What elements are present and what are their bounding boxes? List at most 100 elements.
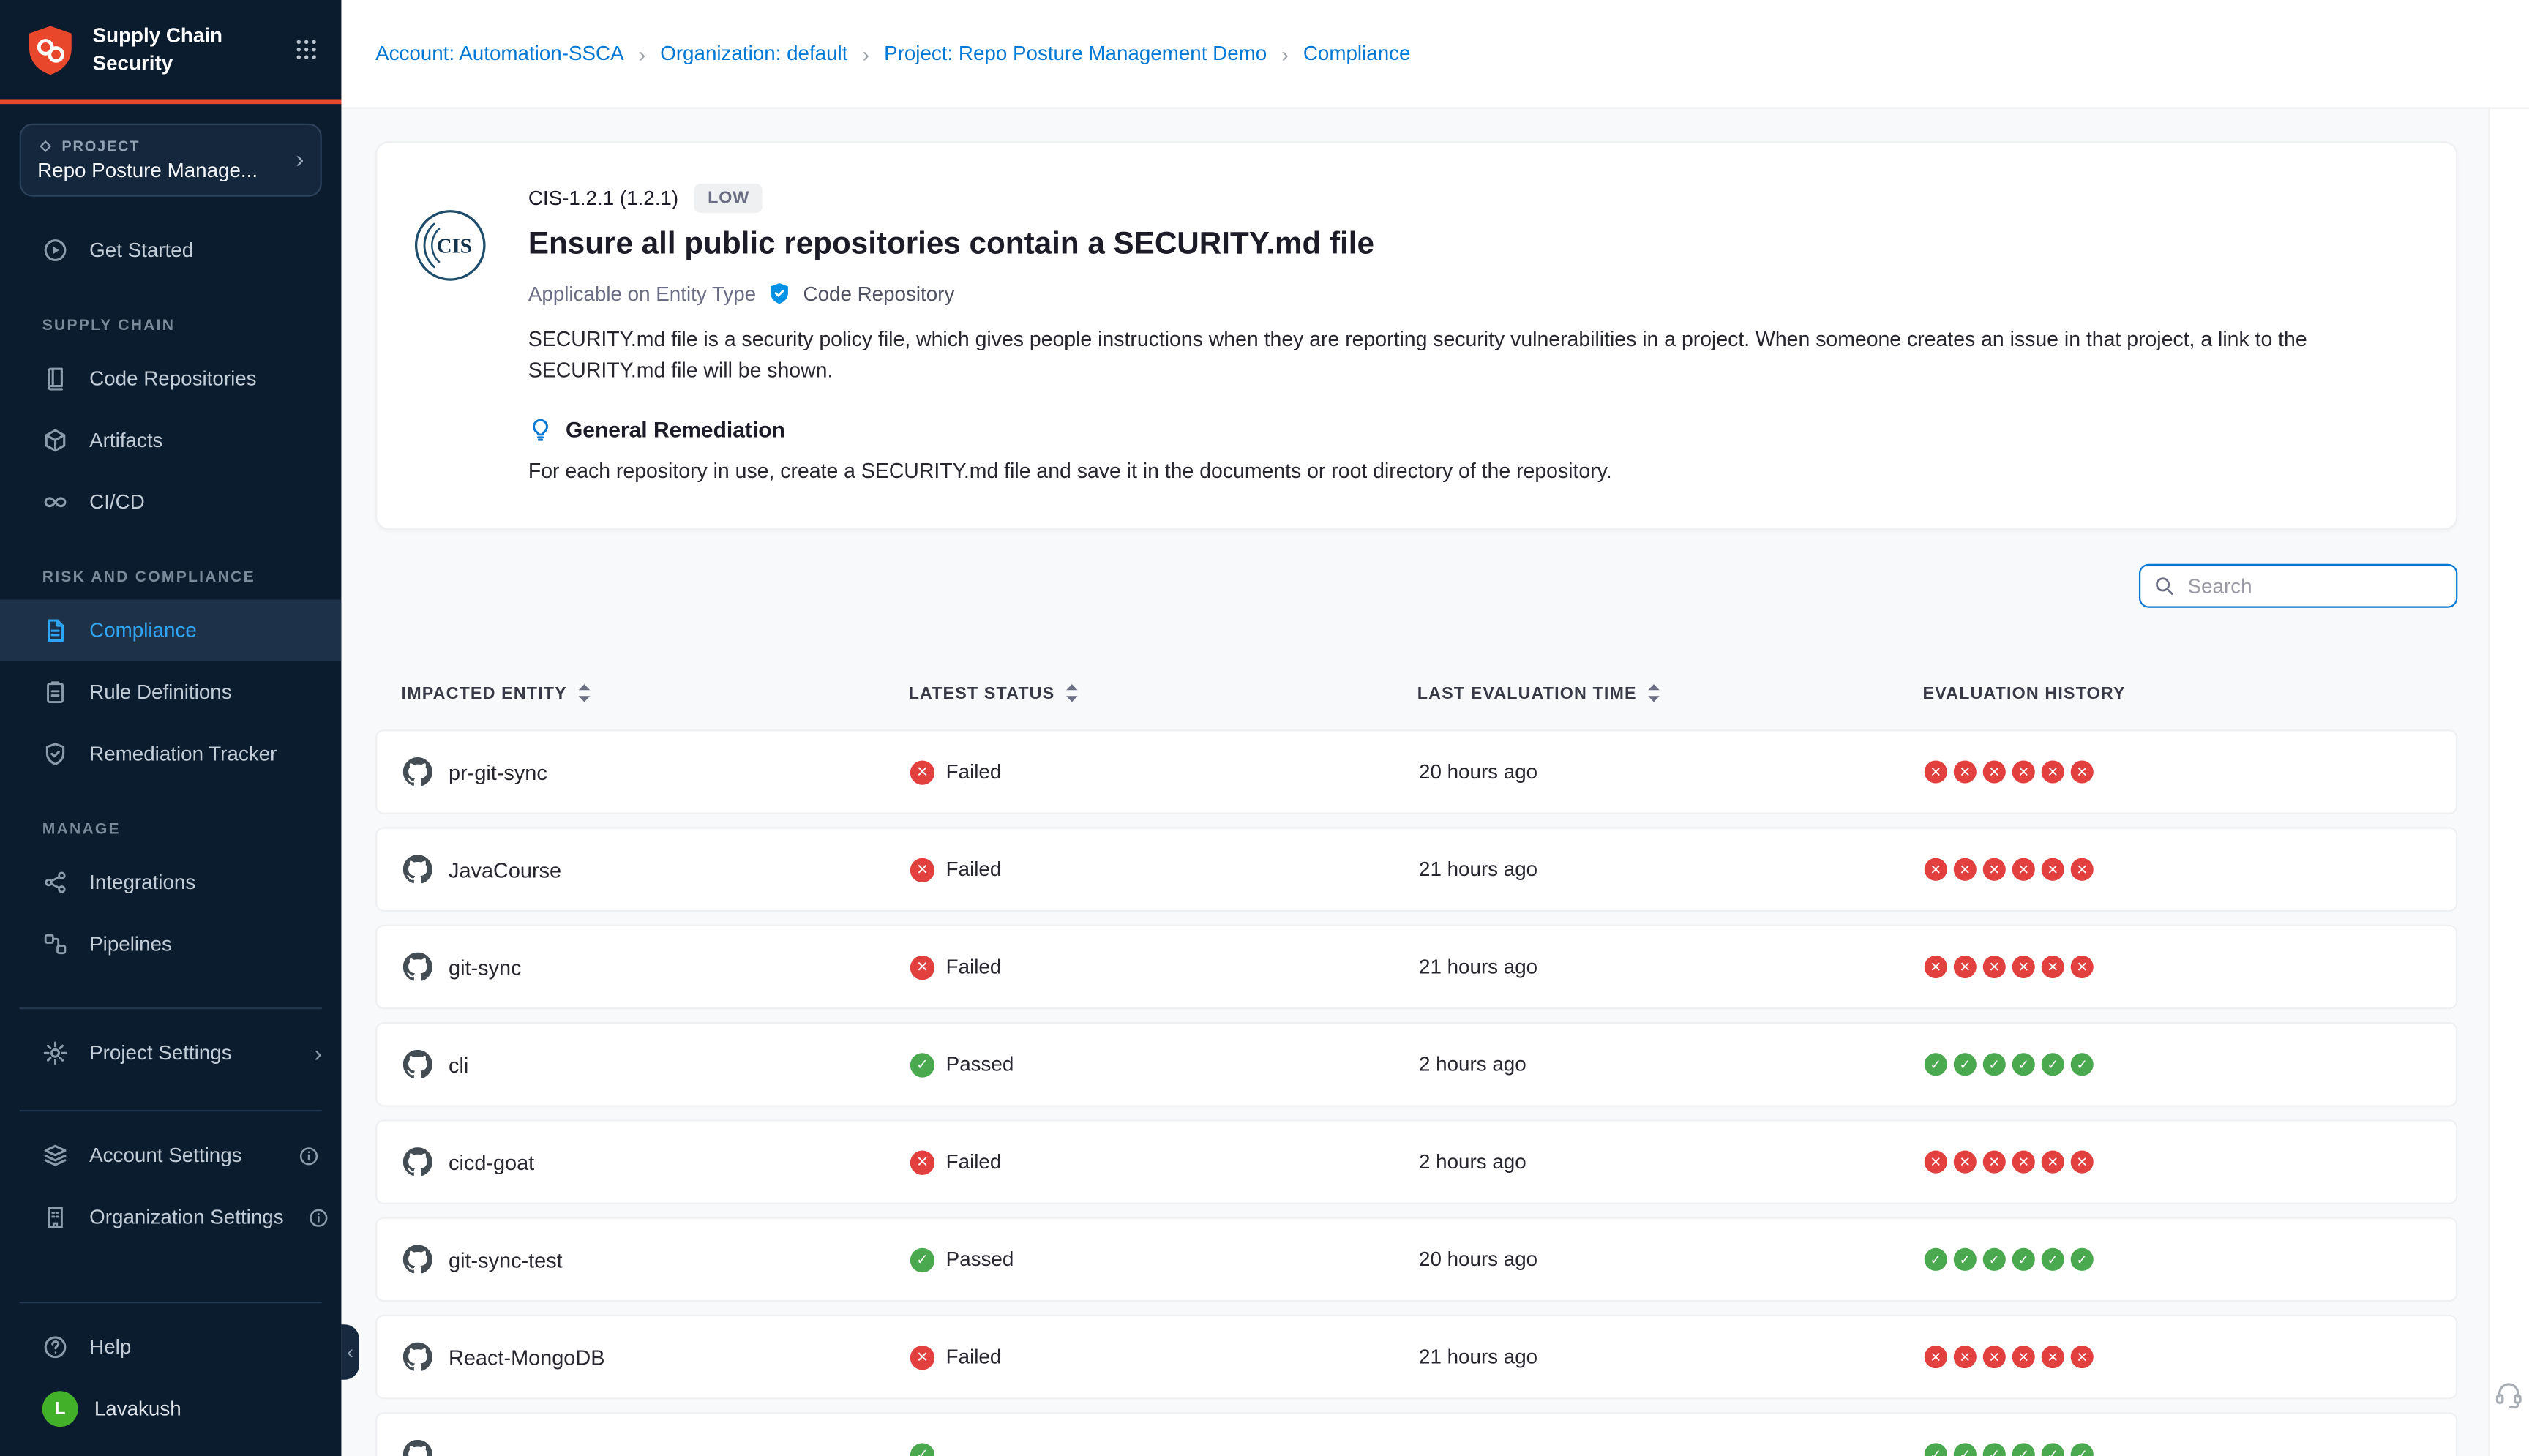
history-fail-icon	[1925, 1346, 1947, 1368]
project-icon	[37, 138, 53, 154]
app-switcher-icon[interactable]	[294, 37, 318, 61]
sidebar-item-label: Get Started	[89, 239, 193, 262]
history-pass-icon	[2042, 1248, 2064, 1271]
history-pass-icon	[2042, 1053, 2064, 1076]
breadcrumb-link[interactable]: Organization: default	[660, 42, 847, 65]
evaluation-time: 2 hours ago	[1419, 1151, 1925, 1174]
search-input[interactable]	[2184, 573, 2443, 599]
sidebar-item-organization-settings[interactable]: Organization Settings	[0, 1186, 341, 1247]
sort-icon[interactable]	[577, 683, 591, 704]
sidebar-item-label: Compliance	[89, 619, 197, 642]
table-row[interactable]: git-sync-testPassed20 hours ago	[375, 1217, 2457, 1302]
history-fail-icon	[2071, 858, 2094, 881]
sidebar-item-compliance[interactable]: Compliance	[0, 600, 341, 661]
status-label: Failed	[946, 1346, 1002, 1368]
search-box[interactable]	[2139, 564, 2457, 608]
history-fail-icon	[1983, 1151, 2006, 1174]
get-started-icon	[42, 237, 69, 263]
table-row[interactable]: git-syncFailed21 hours ago	[375, 925, 2457, 1009]
history-fail-icon	[2012, 956, 2035, 978]
table-row[interactable]: JavaCourseFailed21 hours ago	[375, 828, 2457, 912]
avatar: L	[42, 1391, 78, 1427]
sidebar-item-help[interactable]: Help	[0, 1316, 341, 1378]
user-menu[interactable]: L Lavakush	[0, 1378, 341, 1439]
breadcrumb-link[interactable]: Compliance	[1303, 42, 1411, 65]
column-header-impacted-entity[interactable]: IMPACTED ENTITY	[402, 683, 909, 704]
project-selector[interactable]: PROJECT Repo Posture Manage... ›	[20, 124, 322, 197]
column-label: IMPACTED ENTITY	[402, 683, 567, 703]
code-repositories-icon	[42, 366, 69, 392]
user-name: Lavakush	[94, 1397, 181, 1420]
column-header-latest-status[interactable]: LATEST STATUS	[909, 683, 1417, 704]
status-fail-icon	[910, 858, 934, 882]
history-fail-icon	[2071, 1151, 2094, 1174]
sidebar: Supply Chain Security	[0, 0, 341, 1456]
sidebar-item-get-started[interactable]: Get Started	[0, 219, 341, 281]
breadcrumb-link[interactable]: Account: Automation-SSCA	[375, 42, 624, 65]
github-icon	[403, 1147, 432, 1177]
history-fail-icon	[2042, 858, 2064, 881]
table-row[interactable]: pr-git-syncFailed20 hours ago	[375, 729, 2457, 814]
github-icon	[403, 1050, 432, 1079]
layers-icon	[42, 1142, 69, 1168]
breadcrumb-link[interactable]: Project: Repo Posture Management Demo	[884, 42, 1267, 65]
breadcrumb-separator: ›	[1281, 42, 1289, 66]
entity-name: git-sync-test	[449, 1247, 563, 1272]
status-label: Failed	[946, 1151, 1002, 1174]
sidebar-item-label: Pipelines	[89, 933, 172, 956]
rule-title: Ensure all public repositories contain a…	[528, 228, 2408, 263]
section-label-supply-chain: SUPPLY CHAIN	[0, 317, 341, 334]
sidebar-item-account-settings[interactable]: Account Settings	[0, 1125, 341, 1186]
history-pass-icon	[2012, 1053, 2035, 1076]
sidebar-item-remediation-tracker[interactable]: Remediation Tracker	[0, 723, 341, 784]
sidebar-item-rule-definitions[interactable]: Rule Definitions	[0, 661, 341, 723]
sidebar-item-integrations[interactable]: Integrations	[0, 852, 341, 913]
sidebar-item-artifacts[interactable]: Artifacts	[0, 410, 341, 471]
sidebar-item-label: Artifacts	[89, 429, 162, 451]
history-fail-icon	[1954, 761, 1977, 784]
column-header-last-evaluation-time[interactable]: LAST EVALUATION TIME	[1417, 683, 1923, 704]
entity-name: cli	[449, 1052, 468, 1076]
github-icon	[403, 1440, 432, 1456]
help-icon	[42, 1335, 69, 1361]
sidebar-item-ci-cd[interactable]: CI/CD	[0, 471, 341, 533]
divider	[20, 1110, 322, 1111]
table-row[interactable]: cliPassed2 hours ago	[375, 1022, 2457, 1106]
history-pass-icon	[2071, 1248, 2094, 1271]
history-fail-icon	[2012, 1346, 2035, 1368]
history-fail-icon	[2012, 1151, 2035, 1174]
sidebar-item-label: CI/CD	[89, 491, 145, 514]
table-row[interactable]	[375, 1412, 2457, 1456]
sidebar-collapse-handle[interactable]: ‹	[341, 1324, 359, 1380]
entity-name: git-sync	[449, 955, 521, 979]
history-fail-icon	[1954, 1346, 1977, 1368]
project-selector-label: PROJECT	[37, 138, 296, 154]
entity-name: cicd-goat	[449, 1150, 534, 1174]
severity-badge: LOW	[694, 184, 763, 213]
sort-icon[interactable]	[1646, 683, 1661, 704]
history-pass-icon	[1925, 1053, 1947, 1076]
cis-logo: CIS	[413, 208, 487, 290]
sidebar-item-project-settings[interactable]: Project Settings ›	[0, 1022, 341, 1084]
history-pass-icon	[1954, 1053, 1977, 1076]
column-label: LAST EVALUATION TIME	[1417, 683, 1637, 703]
github-icon	[403, 855, 432, 885]
status-pass-icon	[910, 1247, 934, 1272]
status-fail-icon	[910, 1150, 934, 1174]
bulb-icon	[528, 418, 552, 442]
history-fail-icon	[1925, 1151, 1947, 1174]
history-fail-icon	[1925, 858, 1947, 881]
entity-name: React-MongoDB	[449, 1345, 604, 1369]
main-area: Account: Automation-SSCA › Organization: d…	[341, 0, 2529, 1456]
history-fail-icon	[1954, 956, 1977, 978]
github-icon	[403, 1343, 432, 1372]
table-row[interactable]: cicd-goat Failed 2 hours ago	[375, 1120, 2457, 1204]
rule-detail-card: CIS CIS-1.2.1 (1.2.1) LOW Ensure all pub…	[375, 141, 2457, 530]
evaluation-history	[1925, 1346, 2456, 1368]
sidebar-item-code-repositories[interactable]: Code Repositories	[0, 348, 341, 409]
evaluation-time: 2 hours ago	[1419, 1053, 1925, 1076]
sidebar-item-pipelines[interactable]: Pipelines	[0, 913, 341, 975]
sort-icon[interactable]	[1065, 683, 1079, 704]
headset-icon[interactable]	[2493, 1378, 2524, 1416]
table-row[interactable]: React-MongoDBFailed21 hours ago	[375, 1315, 2457, 1399]
